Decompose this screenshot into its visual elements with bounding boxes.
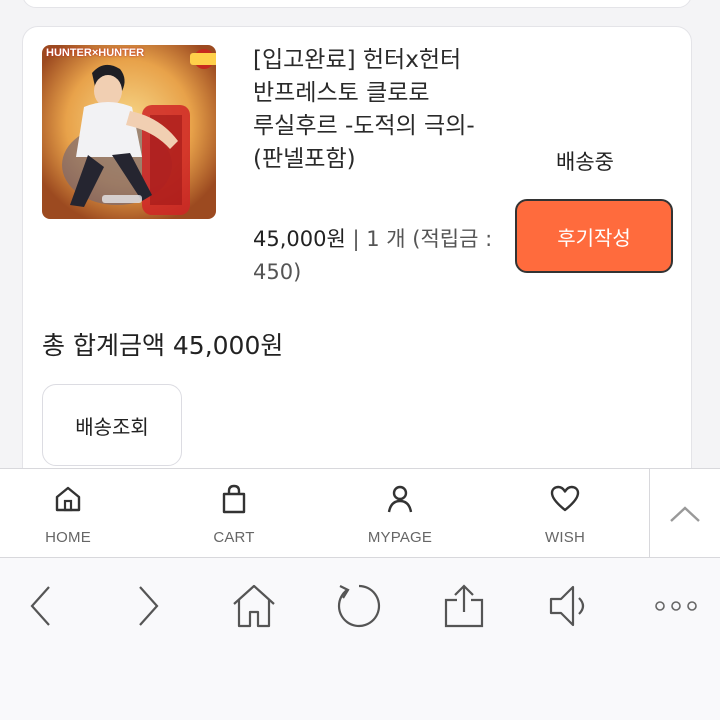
browser-sound-button[interactable] [540, 580, 600, 632]
shipping-status: 배송중 [556, 150, 614, 174]
browser-home-button[interactable] [224, 580, 284, 632]
nav-label-cart: CART [213, 529, 255, 546]
nav-label-home: HOME [45, 529, 91, 546]
sound-icon [549, 585, 585, 627]
user-icon [387, 485, 413, 513]
browser-more-button[interactable] [646, 580, 706, 632]
browser-reload-button[interactable] [329, 580, 389, 632]
brand-logo-text: HUNTER×HUNTER [46, 47, 145, 59]
product-price: 45,000원 [253, 227, 346, 251]
order-total: 총 합계금액 45,000원 [42, 331, 284, 360]
nav-item-home[interactable]: HOME [18, 469, 118, 559]
track-shipment-button[interactable]: 배송조회 [42, 384, 182, 466]
browser-toolbar [0, 558, 720, 720]
product-name[interactable]: [입고완료] 헌터x헌터 반프레스토 클로로 루실후르 -도적의 극의- (판넬… [253, 44, 498, 176]
write-review-button[interactable]: 후기작성 [515, 199, 673, 273]
price-quantity-line: 45,000원 | 1 개 (적립금 : 450) [253, 223, 498, 289]
browser-back-button[interactable] [12, 580, 72, 632]
heart-icon [550, 485, 580, 512]
scroll-to-top-button[interactable] [650, 469, 720, 559]
previous-order-card [22, 0, 692, 8]
more-icon [655, 601, 697, 611]
product-image [42, 45, 216, 219]
nav-item-wish[interactable]: WISH [515, 469, 615, 559]
browser-share-button[interactable] [434, 580, 494, 632]
home-icon [233, 584, 275, 628]
nav-item-mypage[interactable]: MYPAGE [350, 469, 450, 559]
browser-forward-button[interactable] [117, 580, 177, 632]
reload-icon [337, 584, 381, 628]
product-thumbnail[interactable]: HUNTER×HUNTER [42, 45, 216, 219]
share-icon [444, 584, 484, 628]
back-arrow-icon [30, 586, 50, 626]
bag-icon [222, 484, 246, 514]
nav-label-mypage: MYPAGE [367, 529, 433, 546]
nav-label-wish: WISH [545, 529, 585, 546]
forward-arrow-icon [139, 586, 159, 626]
nav-item-cart[interactable]: CART [184, 469, 284, 559]
home-icon [55, 486, 81, 512]
app-bottom-nav: HOME CART MYPAGE WISH [0, 468, 720, 559]
chevron-up-icon [670, 506, 700, 522]
